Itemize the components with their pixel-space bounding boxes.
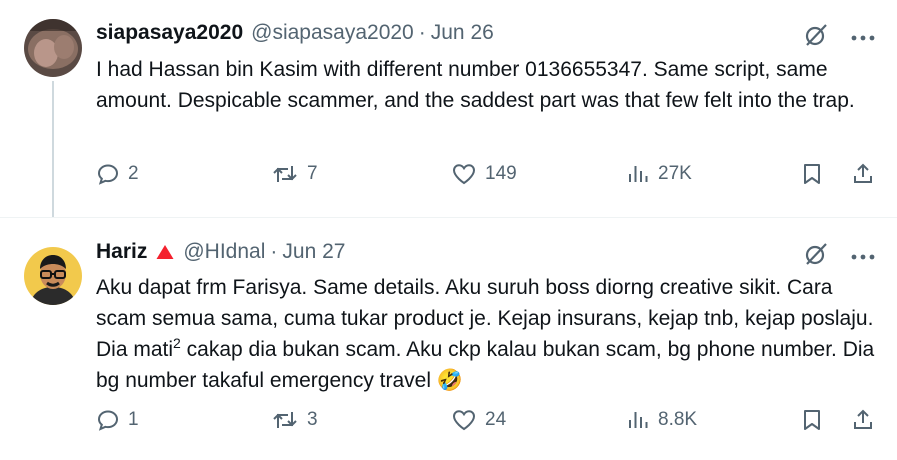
tweet-1[interactable]: siapasaya2020 @siapasaya2020 · Jun 26 I … xyxy=(0,0,897,218)
retweet-icon xyxy=(271,408,299,432)
reply-button[interactable]: 2 xyxy=(96,162,139,186)
like-button[interactable]: 24 xyxy=(451,408,506,432)
views-icon xyxy=(626,162,650,186)
tweet-header: Hariz @HIdnal · Jun 27 xyxy=(96,240,345,264)
display-name[interactable]: Hariz xyxy=(96,240,147,264)
bookmark-icon xyxy=(801,162,823,186)
like-button[interactable]: 149 xyxy=(451,162,517,186)
reply-button[interactable]: 1 xyxy=(96,408,139,432)
reply-icon xyxy=(96,162,120,186)
tweet-actions: 2 7 149 27K xyxy=(96,162,875,190)
superscript: 2 xyxy=(173,335,181,351)
views-button[interactable]: 27K xyxy=(626,162,692,186)
separator-dot: · xyxy=(418,21,426,44)
retweet-button[interactable]: 3 xyxy=(271,408,318,432)
retweet-icon xyxy=(271,162,299,186)
more-icon[interactable] xyxy=(851,248,875,266)
tweet-text: I had Hassan bin Kasim with different nu… xyxy=(96,58,855,112)
share-button[interactable] xyxy=(851,162,875,186)
heart-icon xyxy=(451,408,477,432)
views-count: 27K xyxy=(658,163,692,184)
user-handle[interactable]: @siapasaya2020 xyxy=(251,21,414,45)
reply-count: 2 xyxy=(128,163,139,184)
tweet-top-icons xyxy=(803,241,875,272)
views-button[interactable]: 8.8K xyxy=(626,408,697,432)
like-count: 149 xyxy=(485,163,517,184)
bookmark-icon xyxy=(801,408,823,432)
thread-line xyxy=(52,81,54,217)
views-icon xyxy=(626,408,650,432)
tweet-text: Aku dapat frm Farisya. Same details. Aku… xyxy=(96,272,876,396)
display-name[interactable]: siapasaya2020 xyxy=(96,21,243,45)
retweet-count: 7 xyxy=(307,163,318,184)
more-icon[interactable] xyxy=(851,29,875,47)
rofl-emoji-icon: 🤣 xyxy=(436,369,463,392)
user-handle[interactable]: @HIdnal xyxy=(183,240,265,264)
share-icon xyxy=(851,408,875,432)
grok-icon[interactable] xyxy=(803,22,829,53)
tweet-actions: 1 3 24 8.8K xyxy=(96,408,875,436)
red-triangle-icon xyxy=(155,243,175,261)
reply-count: 1 xyxy=(128,409,139,430)
grok-icon[interactable] xyxy=(803,241,829,272)
bookmark-button[interactable] xyxy=(801,408,823,432)
retweet-count: 3 xyxy=(307,409,318,430)
heart-icon xyxy=(451,162,477,186)
views-count: 8.8K xyxy=(658,409,698,430)
tweet-date[interactable]: Jun 27 xyxy=(282,240,345,264)
avatar[interactable] xyxy=(24,19,82,77)
retweet-button[interactable]: 7 xyxy=(271,162,318,186)
tweet-text-part: cakap dia bukan scam. Aku ckp kalau buka… xyxy=(96,338,875,392)
avatar[interactable] xyxy=(24,247,82,305)
share-button[interactable] xyxy=(851,408,875,432)
separator-dot: · xyxy=(270,240,278,263)
reply-icon xyxy=(96,408,120,432)
tweet-header: siapasaya2020 @siapasaya2020 · Jun 26 xyxy=(96,21,494,45)
bookmark-button[interactable] xyxy=(801,162,823,186)
tweet-date[interactable]: Jun 26 xyxy=(431,21,494,45)
tweet-2[interactable]: Hariz @HIdnal · Jun 27 Aku dapat frm Far… xyxy=(0,218,897,460)
tweet-top-icons xyxy=(803,22,875,53)
share-icon xyxy=(851,162,875,186)
like-count: 24 xyxy=(485,409,507,430)
